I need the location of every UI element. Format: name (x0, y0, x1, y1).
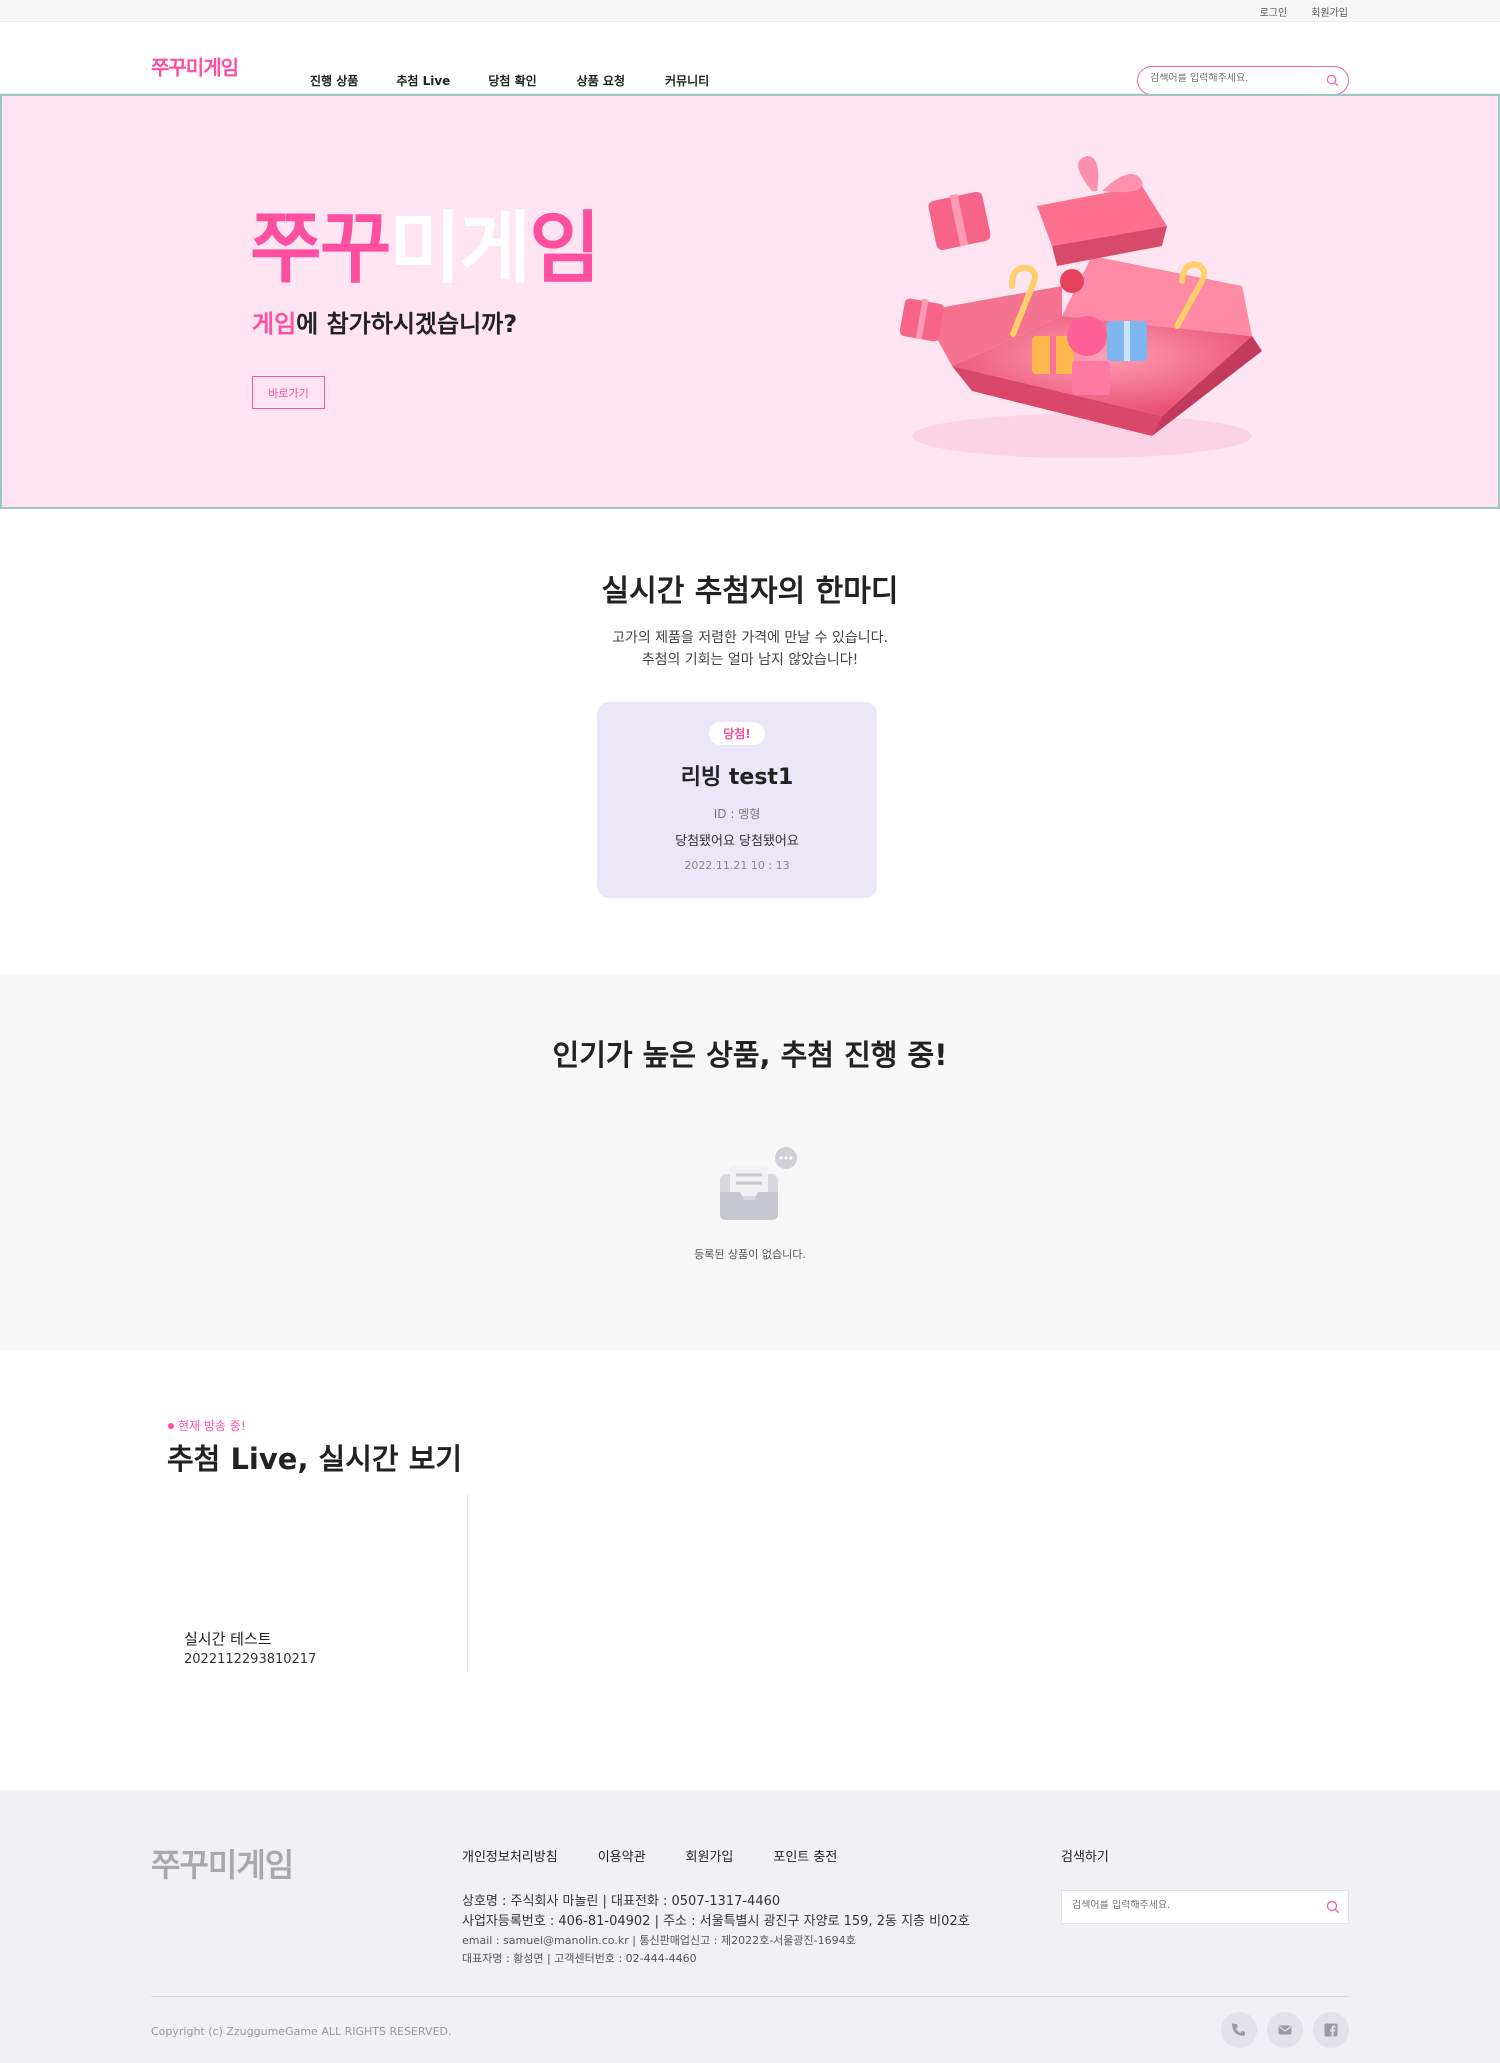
main-nav: 진행 상품 추첨 Live 당첨 확인 상품 요청 커뮤니티 (310, 72, 709, 89)
site-footer: 쭈꾸미게임 개인정보처리방침 이용약관 회원가입 포인트 충전 상호명 : 주식… (0, 1790, 1500, 2063)
footer-links: 개인정보처리방침 이용약관 회원가입 포인트 충전 (462, 1846, 837, 1865)
header-search-input[interactable] (1150, 73, 1320, 84)
search-icon[interactable] (1326, 1900, 1340, 1914)
live-stream-item[interactable]: 실시간 테스트 2022112293810217 (168, 1494, 468, 1672)
winners-desc-line1: 고가의 제품을 저렴한 가격에 만날 수 있습니다. (612, 630, 888, 646)
winner-card-id: ID : 멩형 (713, 807, 761, 821)
empty-inbox-icon (720, 1147, 797, 1220)
footer-search-input[interactable] (1072, 1900, 1312, 1911)
company-info-line4: 대표자명 : 황성면 | 고객센터번호 : 02-444-4460 (462, 1952, 697, 1965)
hero-subtitle-highlight: 게임 (252, 310, 297, 338)
footer-link-privacy[interactable]: 개인정보처리방침 (462, 1846, 558, 1865)
hero-cta-button[interactable]: 바로가기 (252, 376, 325, 409)
hero-banner: 쭈꾸미게임 게임에 참가하시겠습니까? 바로가기 (0, 94, 1500, 509)
header-search (1137, 66, 1349, 95)
mail-icon (1278, 2025, 1292, 2035)
company-info-line3: email : samuel@manolin.co.kr | 통신판매업신고 :… (462, 1934, 856, 1947)
phone-button[interactable] (1221, 2012, 1257, 2048)
social-icons (1221, 2012, 1349, 2048)
company-info: 상호명 : 주식회사 마놀린 | 대표전화 : 0507-1317-4460 사… (462, 1892, 970, 1968)
footer-search-label: 검색하기 (1061, 1850, 1109, 1865)
hero-title-part3: 임 (529, 204, 601, 294)
footer-logo[interactable]: 쭈꾸미게임 (151, 1840, 294, 1886)
hero-title: 쭈꾸미게임 (250, 186, 601, 298)
nav-item-request[interactable]: 상품 요청 (577, 72, 625, 89)
footer-divider (151, 1996, 1349, 1997)
site-header: 쭈꾸미게임 진행 상품 추첨 Live 당첨 확인 상품 요청 커뮤니티 (0, 22, 1500, 95)
nav-item-winners[interactable]: 당첨 확인 (488, 72, 536, 89)
winners-desc-line2: 추첨의 기회는 얼마 남지 않았습니다! (641, 652, 859, 668)
footer-link-terms[interactable]: 이용약관 (598, 1846, 646, 1865)
live-section-title: 추첨 Live, 실시간 보기 (167, 1442, 463, 1476)
live-stream-name: 실시간 테스트 (184, 1630, 272, 1648)
company-info-line1: 상호명 : 주식회사 마놀린 | 대표전화 : 0507-1317-4460 (462, 1894, 781, 1909)
copyright: Copyright (c) ZzuggumeGame ALL RIGHTS RE… (151, 2025, 452, 2038)
nav-item-live[interactable]: 추첨 Live (396, 72, 450, 89)
live-stream-code: 2022112293810217 (184, 1652, 317, 1667)
footer-search (1061, 1890, 1349, 1924)
winner-card-date: 2022.11.21 10 : 13 (684, 859, 790, 872)
live-now-badge: 현재 방송 중! (168, 1417, 246, 1434)
gift-box-illustration (899, 156, 1262, 458)
company-info-line2: 사업자등록번호 : 406-81-04902 | 주소 : 서울특별시 광진구 … (462, 1914, 970, 1929)
site-logo[interactable]: 쭈꾸미게임 (151, 52, 239, 81)
empty-products-message: 등록된 상품이 없습니다. (694, 1248, 806, 1261)
popular-products-section: 인기가 높은 상품, 추첨 진행 중! 등록된 상품이 없습니다. (0, 974, 1500, 1350)
winners-section-desc: 고가의 제품을 저렴한 가격에 만날 수 있습니다. 추첨의 기회는 얼마 남지… (0, 627, 1500, 671)
winner-badge: 당첨! (709, 722, 765, 745)
phone-icon (1232, 2023, 1245, 2036)
hero-subtitle: 게임에 참가하시겠습니까? (252, 304, 517, 339)
hero-title-part1: 쭈꾸 (250, 204, 392, 294)
winner-card-message: 당첨됐어요 당첨됐어요 (675, 834, 799, 849)
login-link[interactable]: 로그인 (1260, 4, 1288, 19)
winners-section-title: 실시간 추첨자의 한마디 (601, 574, 899, 609)
footer-link-points[interactable]: 포인트 충전 (773, 1846, 837, 1865)
winner-card-title: 리빙 test1 (680, 765, 794, 790)
auth-links: 로그인 회원가입 (1260, 4, 1348, 19)
footer-link-signup[interactable]: 회원가입 (686, 1846, 734, 1865)
facebook-icon (1324, 2023, 1338, 2037)
search-icon[interactable] (1326, 74, 1339, 87)
top-utility-bar: 로그인 회원가입 (0, 0, 1500, 22)
live-dot-icon (168, 1422, 174, 1429)
facebook-button[interactable] (1313, 2012, 1349, 2048)
popular-section-title: 인기가 높은 상품, 추첨 진행 중! (552, 1038, 948, 1072)
hero-title-part2: 미게 (389, 204, 532, 294)
live-now-label: 현재 방송 중! (178, 1419, 246, 1433)
signup-link[interactable]: 회원가입 (1311, 4, 1348, 19)
hero-subtitle-rest: 에 참가하시겠습니까? (296, 310, 518, 338)
mail-button[interactable] (1267, 2012, 1303, 2048)
nav-item-community[interactable]: 커뮤니티 (665, 72, 709, 89)
winner-card[interactable]: 당첨! 리빙 test1 ID : 멩형 당첨됐어요 당첨됐어요 2022.11… (597, 702, 877, 898)
nav-item-products[interactable]: 진행 상품 (310, 72, 358, 89)
